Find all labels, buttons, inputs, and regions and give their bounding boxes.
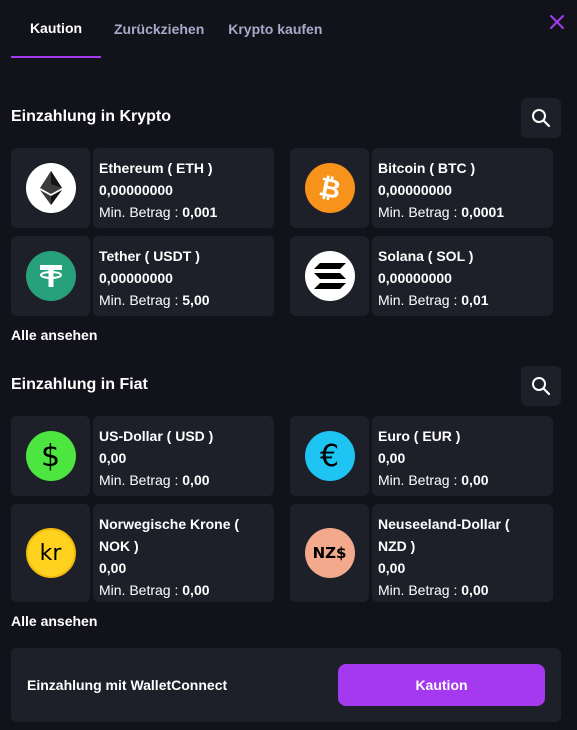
tab-kaution[interactable]: Kaution (11, 0, 101, 58)
currency-balance: 0,00 (378, 560, 406, 576)
crypto-card-eth[interactable]: Ethereum ( ETH ) 0,00000000 Min. Betrag … (11, 148, 274, 228)
currency-symbol: $ (40, 438, 61, 474)
min-amount: Min. Betrag : 0,00 (99, 582, 210, 598)
svg-text:₿: ₿ (316, 172, 343, 206)
crypto-card-usdt[interactable]: Tether ( USDT ) 0,00000000 Min. Betrag :… (11, 236, 274, 316)
min-amount: Min. Betrag : 0,00 (99, 472, 210, 488)
tab-zurueckziehen[interactable]: Zurückziehen (114, 0, 204, 58)
crypto-search-button[interactable] (521, 98, 561, 138)
search-icon (531, 376, 551, 396)
currency-balance: 0,00 (378, 450, 406, 466)
tab-bar: Kaution Zurückziehen Krypto kaufen (11, 0, 322, 58)
currency-name: Neuseeland-Dollar ( (378, 516, 510, 532)
fiat-card-usd[interactable]: $ US-Dollar ( USD ) 0,00 Min. Betrag : 0… (11, 416, 274, 496)
crypto-see-all-link[interactable]: Alle ansehen (11, 327, 97, 343)
min-amount: Min. Betrag : 0,01 (378, 292, 489, 308)
currency-name: Norwegische Krone ( (99, 516, 240, 532)
coin-balance: 0,00000000 (99, 182, 173, 198)
currency-name: Euro ( EUR ) (378, 428, 461, 444)
currency-symbol: € (319, 438, 340, 474)
walletconnect-panel: Einzahlung mit WalletConnect Kaution (11, 648, 561, 722)
fiat-card-eur[interactable]: € Euro ( EUR ) 0,00 Min. Betrag : 0,00 (290, 416, 553, 496)
coin-name: Solana ( SOL ) (378, 248, 474, 264)
eur-icon: € (304, 431, 355, 481)
min-amount: Min. Betrag : 0,001 (99, 204, 218, 220)
walletconnect-label: Einzahlung mit WalletConnect (27, 677, 228, 693)
fiat-card-nzd[interactable]: NZ$ Neuseeland-Dollar ( NZD ) 0,00 Min. … (290, 504, 553, 602)
solana-icon (304, 251, 355, 301)
currency-symbol: NZ$ (312, 544, 347, 562)
walletconnect-deposit-button[interactable]: Kaution (338, 664, 545, 706)
crypto-card-btc[interactable]: ₿ Bitcoin ( BTC ) 0,00000000 Min. Betrag… (290, 148, 553, 228)
tether-icon (25, 251, 76, 301)
fiat-search-button[interactable] (521, 366, 561, 406)
coin-balance: 0,00000000 (378, 182, 452, 198)
coin-name: Tether ( USDT ) (99, 248, 200, 264)
crypto-section-title: Einzahlung in Krypto (11, 108, 171, 125)
close-icon[interactable] (544, 9, 570, 35)
nzd-icon: NZ$ (304, 528, 355, 578)
currency-balance: 0,00 (99, 560, 127, 576)
coin-name: Bitcoin ( BTC ) (378, 160, 476, 176)
usd-icon: $ (25, 431, 76, 481)
min-amount: Min. Betrag : 0,0001 (378, 204, 505, 220)
coin-name: Ethereum ( ETH ) (99, 160, 213, 176)
currency-name-cont: NOK ) (99, 538, 139, 554)
search-icon (531, 108, 551, 128)
min-amount: Min. Betrag : 5,00 (99, 292, 210, 308)
currency-balance: 0,00 (99, 450, 127, 466)
ethereum-icon (25, 163, 76, 213)
tab-krypto-kaufen[interactable]: Krypto kaufen (228, 0, 322, 58)
fiat-see-all-link[interactable]: Alle ansehen (11, 613, 97, 629)
min-amount: Min. Betrag : 0,00 (378, 472, 489, 488)
nok-icon: kr (25, 528, 76, 578)
crypto-card-sol[interactable]: Solana ( SOL ) 0,00000000 Min. Betrag : … (290, 236, 553, 316)
coin-balance: 0,00000000 (99, 270, 173, 286)
fiat-card-nok[interactable]: kr Norwegische Krone ( NOK ) 0,00 Min. B… (11, 504, 274, 602)
min-amount: Min. Betrag : 0,00 (378, 582, 489, 598)
currency-symbol: kr (39, 540, 62, 566)
currency-name: US-Dollar ( USD ) (99, 428, 214, 444)
currency-name-cont: NZD ) (378, 538, 416, 554)
fiat-section-title: Einzahlung in Fiat (11, 376, 148, 393)
coin-balance: 0,00000000 (378, 270, 452, 286)
bitcoin-icon: ₿ (304, 163, 355, 213)
